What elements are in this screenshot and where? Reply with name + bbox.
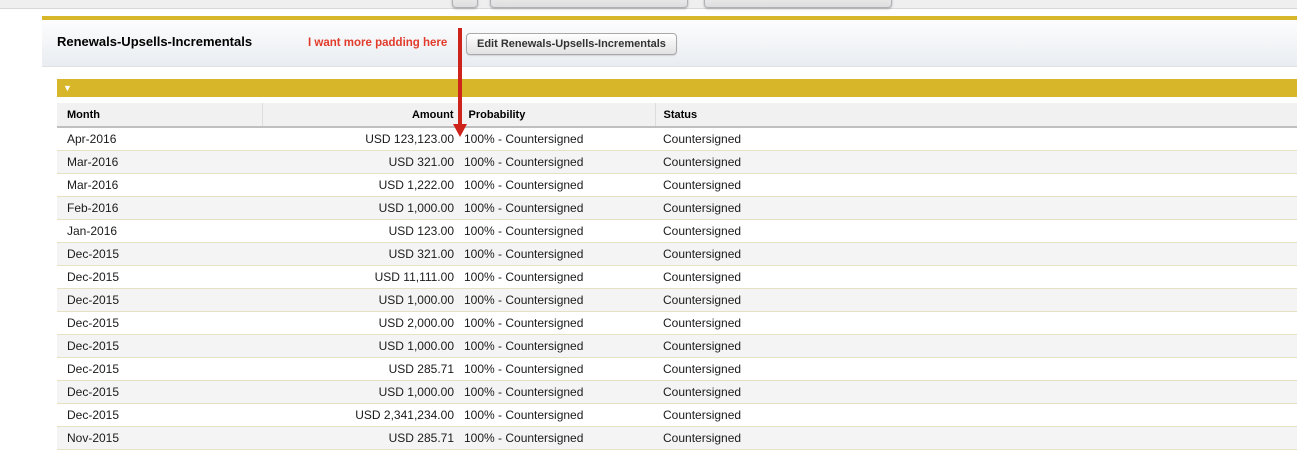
cell-month: Dec-2015 bbox=[57, 265, 262, 289]
cell-month: Dec-2015 bbox=[57, 334, 262, 358]
panel-header: Renewals-Upsells-Incrementals I want mor… bbox=[42, 20, 1297, 67]
cell-status: Countersigned bbox=[655, 311, 1297, 335]
cell-probability: 100% - Countersigned bbox=[458, 311, 655, 335]
cell-amount: USD 2,341,234.00 bbox=[262, 403, 458, 427]
cell-status: Countersigned bbox=[655, 334, 1297, 358]
cell-month: Mar-2016 bbox=[57, 173, 262, 197]
cell-status: Countersigned bbox=[655, 288, 1297, 312]
cell-status: Countersigned bbox=[655, 403, 1297, 427]
table-row: Dec-2015 USD 321.00 100% - Countersigned… bbox=[57, 242, 1297, 266]
table-row: Dec-2015 USD 1,000.00 100% - Countersign… bbox=[57, 380, 1297, 404]
cell-amount: USD 11,111.00 bbox=[262, 265, 458, 289]
section-header-bar: ▼ bbox=[57, 79, 1297, 97]
cell-amount: USD 1,000.00 bbox=[262, 380, 458, 404]
cell-status: Countersigned bbox=[655, 150, 1297, 174]
table-row: Dec-2015 USD 1,000.00 100% - Countersign… bbox=[57, 334, 1297, 358]
cell-status: Countersigned bbox=[655, 265, 1297, 289]
cell-status: Countersigned bbox=[655, 196, 1297, 220]
toolbar-button-cut-off[interactable] bbox=[452, 0, 478, 8]
table-row: Jan-2016 USD 123.00 100% - Countersigned… bbox=[57, 219, 1297, 243]
red-arrow-line bbox=[458, 28, 462, 124]
cell-amount: USD 285.71 bbox=[262, 426, 458, 450]
annotation-text: I want more padding here bbox=[308, 37, 448, 49]
cell-month: Apr-2016 bbox=[57, 127, 262, 151]
cell-probability: 100% - Countersigned bbox=[458, 219, 655, 243]
cell-status: Countersigned bbox=[655, 426, 1297, 450]
column-header-amount: Amount bbox=[262, 103, 459, 128]
cell-amount: USD 321.00 bbox=[262, 242, 458, 266]
table-body: Apr-2016 USD 123,123.00 100% - Countersi… bbox=[57, 127, 1297, 450]
column-header-month: Month bbox=[57, 103, 263, 128]
cell-amount: USD 2,000.00 bbox=[262, 311, 458, 335]
cell-probability: 100% - Countersigned bbox=[458, 334, 655, 358]
cell-probability: 100% - Countersigned bbox=[458, 265, 655, 289]
page-title: Renewals-Upsells-Incrementals bbox=[57, 34, 253, 49]
table-row: Dec-2015 USD 285.71 100% - Countersigned… bbox=[57, 357, 1297, 381]
cell-amount: USD 123.00 bbox=[262, 219, 458, 243]
cell-month: Dec-2015 bbox=[57, 242, 262, 266]
cell-amount: USD 1,000.00 bbox=[262, 196, 458, 220]
cell-month: Feb-2016 bbox=[57, 196, 262, 220]
toolbar-button-cut-off[interactable] bbox=[490, 0, 688, 8]
cell-month: Dec-2015 bbox=[57, 288, 262, 312]
cell-probability: 100% - Countersigned bbox=[458, 357, 655, 381]
cell-month: Mar-2016 bbox=[57, 150, 262, 174]
cell-amount: USD 1,000.00 bbox=[262, 288, 458, 312]
cell-amount: USD 1,000.00 bbox=[262, 334, 458, 358]
toolbar-button-cut-off[interactable] bbox=[704, 0, 892, 8]
table-row: Nov-2015 USD 285.71 100% - Countersigned… bbox=[57, 426, 1297, 450]
cell-amount: USD 1,222.00 bbox=[262, 173, 458, 197]
cell-month: Dec-2015 bbox=[57, 357, 262, 381]
cell-probability: 100% - Countersigned bbox=[458, 173, 655, 197]
collapse-section-icon[interactable]: ▼ bbox=[63, 83, 72, 93]
cell-status: Countersigned bbox=[655, 173, 1297, 197]
cell-status: Countersigned bbox=[655, 380, 1297, 404]
top-toolbar-strip bbox=[0, 0, 1297, 9]
cell-amount: USD 285.71 bbox=[262, 357, 458, 381]
table-row: Dec-2015 USD 2,000.00 100% - Countersign… bbox=[57, 311, 1297, 335]
cell-probability: 100% - Countersigned bbox=[458, 380, 655, 404]
cell-probability: 100% - Countersigned bbox=[458, 403, 655, 427]
table-row: Dec-2015 USD 11,111.00 100% - Countersig… bbox=[57, 265, 1297, 289]
table-row: Apr-2016 USD 123,123.00 100% - Countersi… bbox=[57, 127, 1297, 151]
cell-probability: 100% - Countersigned bbox=[458, 127, 655, 151]
cell-probability: 100% - Countersigned bbox=[458, 150, 655, 174]
cell-amount: USD 123,123.00 bbox=[262, 127, 458, 151]
column-header-probability: Probability bbox=[458, 103, 656, 128]
red-arrow-head-icon bbox=[453, 124, 467, 137]
column-header-status: Status bbox=[655, 103, 1297, 128]
cell-probability: 100% - Countersigned bbox=[458, 426, 655, 450]
table-row: Dec-2015 USD 2,341,234.00 100% - Counter… bbox=[57, 403, 1297, 427]
cell-month: Dec-2015 bbox=[57, 311, 262, 335]
cell-month: Jan-2016 bbox=[57, 219, 262, 243]
cell-amount: USD 321.00 bbox=[262, 150, 458, 174]
renewals-table: Month Amount Probability Status Apr-2016… bbox=[57, 103, 1297, 450]
cell-status: Countersigned bbox=[655, 242, 1297, 266]
cell-month: Dec-2015 bbox=[57, 380, 262, 404]
table-header-row: Month Amount Probability Status bbox=[57, 103, 1297, 128]
table-row: Dec-2015 USD 1,000.00 100% - Countersign… bbox=[57, 288, 1297, 312]
edit-renewals-button[interactable]: Edit Renewals-Upsells-Incrementals bbox=[466, 33, 677, 55]
cell-month: Dec-2015 bbox=[57, 403, 262, 427]
cell-probability: 100% - Countersigned bbox=[458, 288, 655, 312]
cell-status: Countersigned bbox=[655, 357, 1297, 381]
cell-probability: 100% - Countersigned bbox=[458, 196, 655, 220]
cell-month: Nov-2015 bbox=[57, 426, 262, 450]
cell-probability: 100% - Countersigned bbox=[458, 242, 655, 266]
table-row: Mar-2016 USD 321.00 100% - Countersigned… bbox=[57, 150, 1297, 174]
cell-status: Countersigned bbox=[655, 127, 1297, 151]
cell-status: Countersigned bbox=[655, 219, 1297, 243]
table-row: Feb-2016 USD 1,000.00 100% - Countersign… bbox=[57, 196, 1297, 220]
table-row: Mar-2016 USD 1,222.00 100% - Countersign… bbox=[57, 173, 1297, 197]
